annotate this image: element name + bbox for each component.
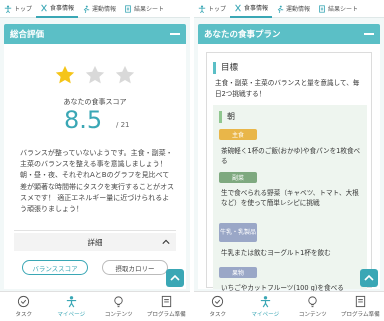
nav-label: コンテンツ (104, 312, 133, 318)
nav-mypage[interactable]: マイページ (242, 295, 288, 318)
nav-label: マイページ (57, 312, 86, 318)
calorie-intake-button[interactable]: 摂取カロリー (102, 260, 168, 275)
tab-meal-info[interactable]: 食事情報 (36, 0, 79, 18)
top-tab-bar: トップ 食事情報 運動情報 結果シート (194, 0, 384, 18)
star-empty-icon (115, 65, 135, 84)
bottom-nav: タスク マイページ コンテンツ プログラム準備 (0, 291, 190, 321)
tab-meal-info[interactable]: 食事情報 (230, 0, 273, 18)
section-title: 総合評価 (10, 30, 45, 40)
scroll-top-button[interactable] (166, 269, 184, 287)
nav-label: マイページ (251, 312, 280, 318)
runner-icon (83, 5, 90, 13)
nav-task[interactable]: タスク (195, 295, 241, 318)
goal-title: 目標 (213, 62, 363, 74)
dairy-text: 牛乳または飲むヨーグルト1杯を飲む (221, 249, 331, 257)
nav-program-prep[interactable]: プログラム準備 (337, 295, 383, 318)
nav-task[interactable]: タスク (1, 295, 47, 318)
score-max: / 21 (116, 121, 130, 129)
tab-exercise-info[interactable]: 運動情報 (272, 0, 314, 18)
tab-label: 食事情報 (50, 5, 75, 12)
balance-score-button[interactable]: バランススコア (22, 260, 88, 275)
check-circle-icon (212, 295, 224, 308)
tab-top[interactable]: トップ (194, 0, 230, 18)
goal-text: 主食・副菜・主菜のバランスと量を意識して、毎日2つ挑戦する！ (215, 79, 360, 98)
tab-label: 食事情報 (244, 5, 269, 12)
left-screen: トップ 食事情報 運動情報 結果シート 総合評価 あなたの食事スコア 8.5 /… (0, 0, 190, 321)
chevron-up-icon (170, 274, 180, 281)
chevron-up-icon (364, 274, 374, 281)
overall-evaluation-header[interactable]: 総合評価 (4, 24, 186, 44)
tab-label: 運動情報 (92, 6, 117, 13)
top-tab-bar: トップ 食事情報 運動情報 結果シート (0, 0, 190, 18)
nav-label: プログラム準備 (340, 312, 380, 318)
tag-dairy: 牛乳・乳製品 (219, 223, 257, 242)
star-empty-icon (85, 65, 105, 84)
chevron-up-icon (162, 239, 170, 244)
document-icon (319, 4, 325, 13)
nav-label: コンテンツ (298, 312, 327, 318)
goal-box: 目標 主食・副菜・主菜のバランスと量を意識して、毎日2つ挑戦する！ 朝 主食 茶… (206, 52, 372, 292)
figure-icon (4, 5, 12, 13)
nav-label: タスク (15, 312, 33, 318)
meal-plan-card: 目標 主食・副菜・主菜のバランスと量を意識して、毎日2つ挑戦する！ 朝 主食 茶… (198, 44, 380, 292)
collapse-icon[interactable] (170, 33, 180, 35)
scroll-top-button[interactable] (360, 269, 378, 287)
bulb-icon (114, 296, 123, 308)
star-rating (54, 64, 136, 86)
nav-contents[interactable]: コンテンツ (290, 295, 336, 318)
right-screen: トップ 食事情報 運動情報 結果シート あなたの食事プラン 目標 主食・副菜・主… (194, 0, 384, 321)
tab-label: 運動情報 (286, 6, 311, 13)
fork-knife-icon (235, 4, 241, 11)
section-title: あなたの食事プラン (204, 30, 281, 40)
bottom-nav: タスク マイページ コンテンツ プログラム準備 (194, 291, 384, 321)
evaluation-card: あなたの食事スコア 8.5 / 21 バランスが整っていないようです。主食・副菜… (4, 44, 186, 289)
nav-mypage[interactable]: マイページ (48, 295, 94, 318)
document-icon (125, 4, 131, 13)
collapse-icon[interactable] (364, 33, 374, 35)
book-icon (355, 295, 365, 308)
tab-exercise-info[interactable]: 運動情報 (78, 0, 120, 18)
person-icon (66, 296, 76, 308)
evaluation-comment: バランスが整っていないようです。主食・副菜・主菜のバランスを整える事を意識しまし… (20, 149, 174, 214)
fork-knife-icon (41, 4, 47, 11)
tab-top[interactable]: トップ (0, 0, 36, 18)
tab-result-sheet[interactable]: 結果シート (120, 0, 168, 18)
staple-text: 茶碗軽く1杯のご飯(おかゆ)や食パンを1枚食べる (221, 147, 361, 165)
bulb-icon (308, 296, 317, 308)
tab-result-sheet[interactable]: 結果シート (314, 0, 362, 18)
tab-label: トップ (208, 6, 227, 13)
check-circle-icon (18, 295, 30, 308)
figure-icon (198, 5, 206, 13)
tab-label: 結果シート (134, 6, 165, 13)
tag-fruit: 果物 (219, 267, 257, 278)
divider (14, 230, 176, 231)
nav-program-prep[interactable]: プログラム準備 (143, 295, 189, 318)
details-toggle[interactable]: 詳細 (14, 233, 176, 251)
meal-plan-header[interactable]: あなたの食事プラン (198, 24, 380, 44)
tag-side-dish: 副菜 (219, 172, 257, 183)
tag-staple: 主食 (219, 129, 257, 140)
tab-label: 結果シート (328, 6, 359, 13)
details-label: 詳細 (87, 237, 103, 247)
star-filled-icon (55, 65, 75, 84)
runner-icon (277, 5, 284, 13)
score-value: 8.5 (64, 106, 103, 134)
tab-label: トップ (14, 6, 33, 13)
side-dish-text: 生で食べられる野菜（キャベツ、トマト、大根など）を使って簡単レシピに挑戦 (221, 189, 359, 207)
book-icon (161, 295, 171, 308)
meal-title: 朝 (219, 111, 235, 123)
breakfast-box: 朝 主食 茶碗軽く1杯のご飯(おかゆ)や食パンを1枚食べる 副菜 生で食べられる… (213, 105, 367, 292)
person-icon (260, 296, 270, 308)
nav-label: タスク (209, 312, 227, 318)
nav-label: プログラム準備 (146, 312, 186, 318)
nav-contents[interactable]: コンテンツ (96, 295, 142, 318)
